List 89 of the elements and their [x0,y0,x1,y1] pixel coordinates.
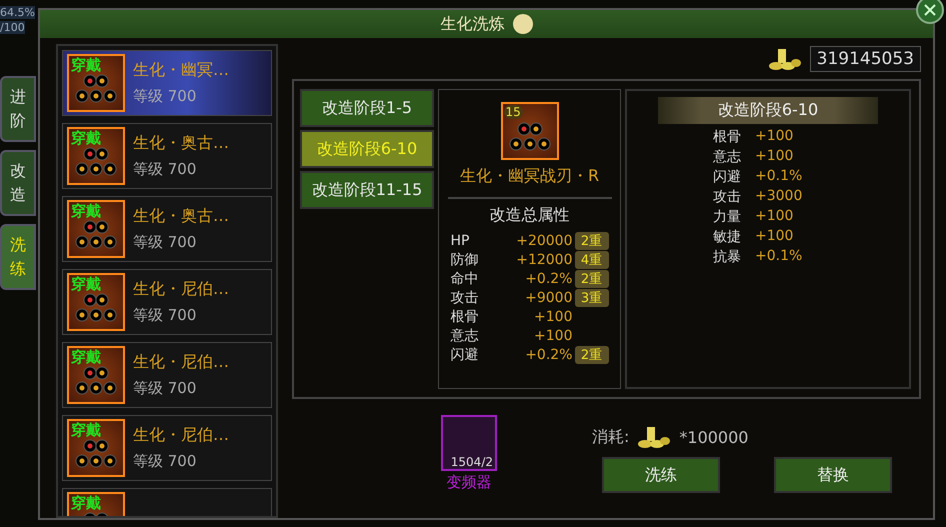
tier-tag: 2重 [574,346,608,364]
item-level: 等级 700 [133,233,198,252]
equipment-item[interactable]: 穿戴 生化・奥古… 等级 700 [62,123,272,189]
attribute-value: +3000 [755,188,804,206]
item-level: 等级 700 [133,452,198,471]
attribute-name: 攻击 [713,188,742,206]
attribute-value: +100 [533,328,572,344]
item-name: 生化・尼伯… [133,425,229,446]
level-badge: 15 [504,105,523,119]
attribute-value: +100 [755,228,794,246]
attribute-name: 力量 [713,208,742,226]
action-button[interactable]: 替换 [774,457,892,493]
attribute-value: +0.2% [524,271,572,287]
attribute-name: 敏捷 [713,228,742,246]
item-name: 生化・尼伯… [133,279,229,300]
stage-title: 改造阶段6-10 [658,97,878,124]
action-button[interactable]: 洗练 [602,457,720,493]
gem-slots-icon [74,293,118,323]
attribute-name: 攻击 [450,289,480,307]
item-name: 生化・奥古… [133,206,229,227]
equipped-label: 穿戴 [71,348,101,367]
side-tab[interactable]: 进阶 [0,76,36,142]
equipped-label: 穿戴 [71,421,101,440]
attribute-value: +0.1% [755,248,804,266]
item-name: 生化・尼伯… [133,352,229,373]
equipped-label: 穿戴 [71,129,101,148]
gem-slots-icon [74,366,118,396]
attribute-value: +100 [533,309,572,325]
equipment-item[interactable]: 穿戴 生化・尼伯… 等级 700 [62,269,272,335]
equipment-item[interactable]: 穿戴 生化・奥古… 等级 700 [62,196,272,262]
material-name: 变频器 [446,473,492,492]
gem-slots-icon [508,122,552,152]
tier-tag: 4重 [574,251,608,269]
attribute-name: 防御 [450,251,480,269]
cost-label: 消耗: [592,426,630,448]
equipment-item[interactable]: 穿戴 生化・尼伯… 等级 700 [62,342,272,408]
equipped-label: 穿戴 [71,275,101,294]
side-tab[interactable]: 改造 [0,150,36,216]
item-level: 等级 700 [133,160,198,179]
equipped-label: 穿戴 [71,494,101,513]
side-tab[interactable]: 洗练 [0,224,36,290]
attribute-name: 抗暴 [713,248,742,266]
attribute-value: +100 [755,128,794,146]
cost-amount: *100000 [679,428,748,446]
item-name: 生化・奥古… [133,133,229,154]
attribute-name: HP [450,233,470,249]
close-icon [923,3,937,17]
gem-slots-icon [74,74,118,104]
attribute-name: 闪避 [450,346,480,364]
item-level: 等级 700 [133,306,198,325]
gem-slots-icon [74,439,118,469]
tier-tag: 3重 [574,289,608,307]
stage-tab[interactable]: 改造阶段11-15 [300,171,434,209]
tier-tag: 2重 [574,270,608,288]
equipment-item[interactable]: 穿戴 生化・幽冥… 等级 700 [62,50,272,116]
coin-stack-icon [637,425,672,449]
attribute-name: 闪避 [713,168,742,186]
attribute-name: 命中 [450,270,480,288]
coin-balance: 319145053 [810,46,921,72]
background-text: /100 [0,21,25,34]
equipped-label: 穿戴 [71,202,101,221]
background-text: 64.5% [0,6,35,19]
attribute-value: +9000 [524,290,572,306]
attribute-name: 根骨 [450,308,480,326]
stage-tab[interactable]: 改造阶段1-5 [300,89,434,127]
coin-stack-icon [768,47,802,71]
attribute-value: +12000 [515,252,572,268]
item-name: 生化・幽冥… [133,60,229,81]
item-level: 等级 700 [133,379,198,398]
attribute-name: 根骨 [713,128,742,146]
close-button[interactable] [916,0,944,24]
attribute-value: +0.1% [755,168,804,186]
equipped-label: 穿戴 [71,56,101,75]
window-title: 生化洗炼 [440,14,504,34]
tier-tag: 2重 [574,232,608,250]
attribute-value: +100 [755,208,794,226]
item-level: 等级 700 [133,87,198,106]
attribute-value: +20000 [515,233,572,249]
gem-slots-icon [74,147,118,177]
attribute-value: +100 [755,148,794,166]
section-title: 改造总属性 [448,197,612,226]
attribute-name: 意志 [450,327,480,345]
gem-slots-icon [74,220,118,250]
attribute-name: 意志 [713,148,742,166]
equipment-name: 生化・幽冥战刃・R [460,166,600,187]
equipment-item[interactable]: 穿戴 [62,488,272,516]
material-count: 1504/2 [450,455,494,469]
attribute-value: +0.2% [524,347,572,363]
equipment-item[interactable]: 穿戴 生化・尼伯… 等级 700 [62,415,272,481]
